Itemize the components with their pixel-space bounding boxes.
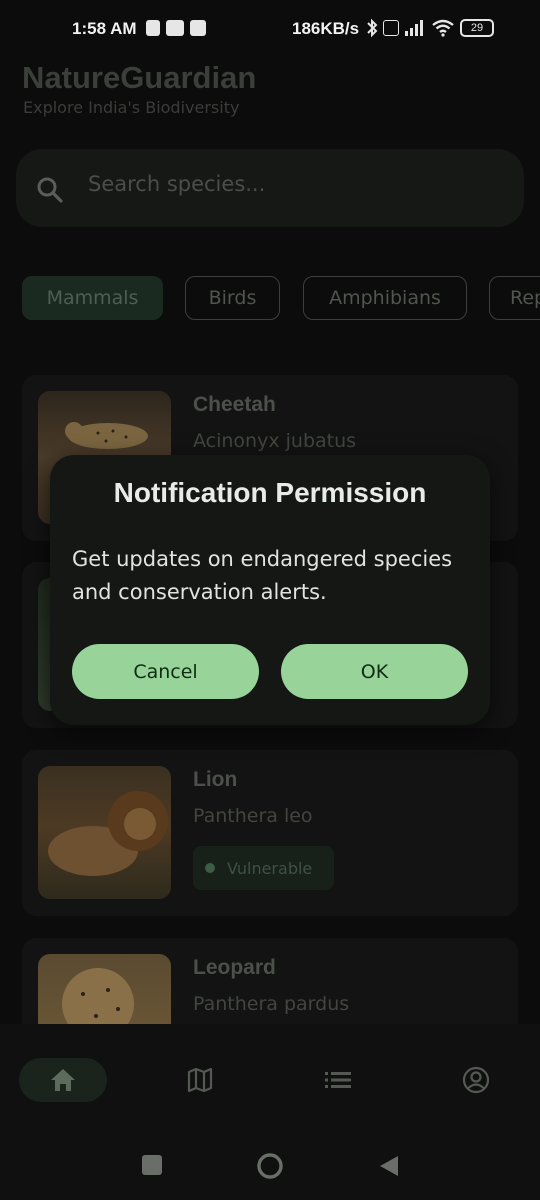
ok-button[interactable]: OK: [281, 644, 468, 699]
notification-permission-dialog: Notification Permission Get updates on e…: [50, 455, 490, 725]
cancel-button[interactable]: Cancel: [72, 644, 259, 699]
dialog-message: Get updates on endangered species and co…: [72, 547, 453, 604]
dialog-title: Notification Permission: [113, 477, 427, 508]
